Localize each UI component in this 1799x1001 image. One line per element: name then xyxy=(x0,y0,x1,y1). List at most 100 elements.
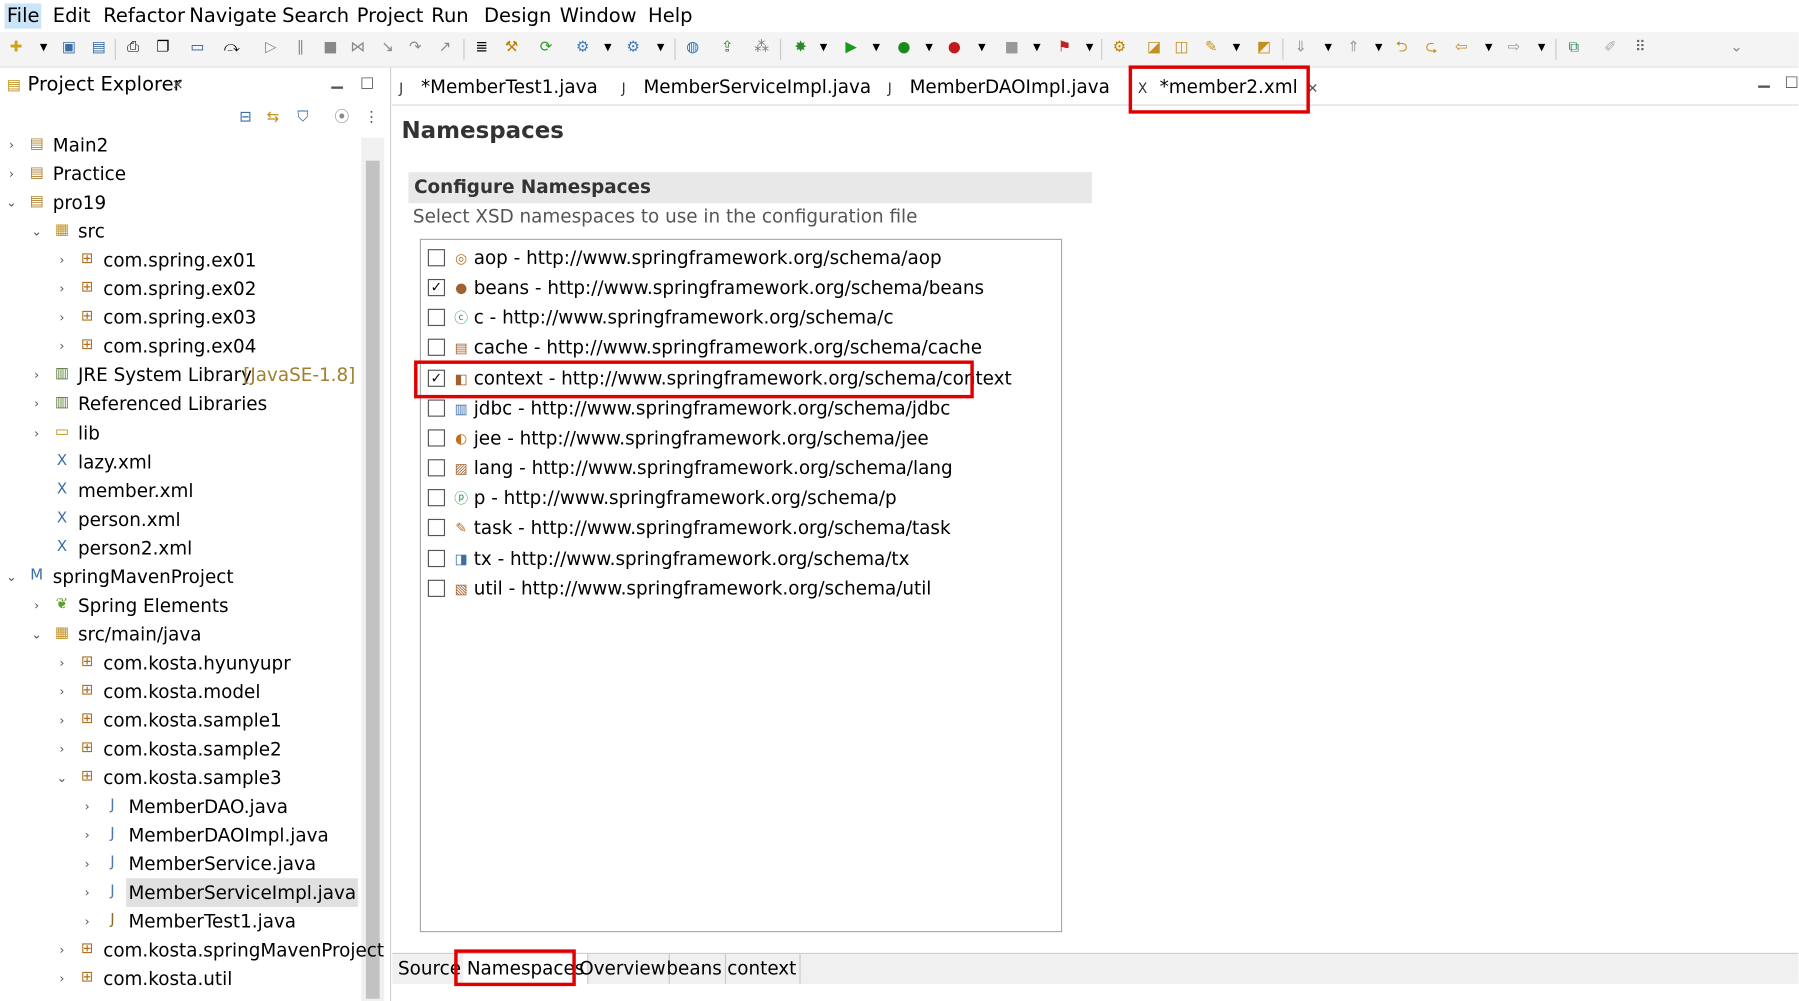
namespace-checkbox[interactable] xyxy=(427,489,446,507)
vertical-scrollbar[interactable] xyxy=(361,137,385,1001)
minimize-icon[interactable]: ▁ xyxy=(1755,71,1773,89)
chevron-down-icon[interactable]: ▾ xyxy=(1532,39,1550,57)
namespace-item[interactable]: ◐ jee - http://www.springframework.org/sc… xyxy=(427,425,1053,453)
chevron-down-icon[interactable]: ▾ xyxy=(34,39,52,57)
bookmark-icon[interactable]: ⚑ xyxy=(1055,39,1073,57)
namespace-checkbox[interactable] xyxy=(427,519,446,537)
step-over-icon[interactable]: ↷ xyxy=(406,39,424,57)
tree-item[interactable]: › ▭ lib xyxy=(0,418,360,447)
open-type-icon[interactable]: ◪ xyxy=(1145,39,1163,57)
chevron-down-icon[interactable]: ▾ xyxy=(1480,39,1498,57)
settings-icon[interactable]: ⚙ xyxy=(624,39,642,57)
chevron-right-icon[interactable]: › xyxy=(30,390,44,419)
close-icon[interactable]: ✕ xyxy=(169,76,187,94)
namespace-checkbox[interactable]: ✓ xyxy=(427,369,446,387)
chevron-right-icon[interactable]: › xyxy=(5,160,19,189)
tree-item[interactable]: › J MemberService.java xyxy=(0,850,360,879)
chevron-right-icon[interactable]: › xyxy=(30,418,44,447)
chevron-down-icon[interactable]: ▾ xyxy=(920,39,938,57)
grid-icon[interactable]: ⠿ xyxy=(1631,39,1649,57)
chevron-down-icon[interactable]: ▾ xyxy=(867,39,885,57)
menu-navigate[interactable]: Navigate xyxy=(187,3,279,28)
chevron-down-icon[interactable]: ▾ xyxy=(1227,39,1245,57)
maximize-icon[interactable]: □ xyxy=(358,75,376,93)
tree-item[interactable]: › ⊞ com.spring.ex03 xyxy=(0,303,360,332)
chevron-right-icon[interactable]: › xyxy=(80,792,94,821)
namespace-checkbox[interactable] xyxy=(427,309,446,327)
chevron-right-icon[interactable]: › xyxy=(55,275,69,304)
chevron-right-icon[interactable]: › xyxy=(80,850,94,879)
chevron-down-icon[interactable]: ▾ xyxy=(814,39,832,57)
chevron-down-icon[interactable]: ▾ xyxy=(1370,39,1388,57)
tree-item[interactable]: Xmember.xml xyxy=(0,476,360,505)
tree-item[interactable]: ⌄ ▤ pro19 xyxy=(0,188,360,217)
resume-icon[interactable]: ▷ xyxy=(262,39,280,57)
close-icon[interactable]: ✕ xyxy=(1307,80,1319,96)
save-icon[interactable]: ▣ xyxy=(60,39,78,57)
tree-item[interactable]: Xlazy.xml xyxy=(0,447,360,476)
next-annotation-icon[interactable]: ⇓ xyxy=(1292,39,1310,57)
tree-item[interactable]: › ⊞ com.kosta.hyunyupr xyxy=(0,648,360,677)
chevron-down-icon[interactable]: ⌄ xyxy=(1727,39,1745,57)
run-icon[interactable]: ▶ xyxy=(842,39,860,57)
globe-icon[interactable]: ◍ xyxy=(684,39,702,57)
tree-item[interactable]: › ⊞ com.kosta.springMavenProject xyxy=(0,936,384,965)
namespace-checkbox[interactable] xyxy=(427,399,446,417)
chevron-down-icon[interactable]: ▾ xyxy=(1028,39,1046,57)
coverage-icon[interactable]: ● xyxy=(895,39,913,57)
tree-item[interactable]: › ▥ Referenced Libraries xyxy=(0,390,360,419)
tree-item[interactable]: ⌄ ⊞ com.kosta.sample3 xyxy=(0,764,360,793)
menu-file[interactable]: File xyxy=(4,3,42,29)
scrollbar-thumb[interactable] xyxy=(365,160,380,999)
menu-window[interactable]: Window xyxy=(557,3,638,28)
search-tools-icon[interactable]: ✎ xyxy=(1202,39,1220,57)
menu-project[interactable]: Project xyxy=(354,3,425,28)
namespace-checkbox[interactable] xyxy=(427,579,446,597)
namespace-item[interactable]: ▧ util - http://www.springframework.org/s… xyxy=(427,575,1053,603)
terminal-icon[interactable]: ▭ xyxy=(188,39,206,57)
chevron-down-icon[interactable]: ▾ xyxy=(651,39,669,57)
tree-item[interactable]: › ⊞ com.spring.ex02 xyxy=(0,275,360,304)
tab-beans[interactable]: beans xyxy=(663,953,727,984)
debug-icon[interactable]: ✸ xyxy=(791,39,809,57)
tree-item[interactable]: › J MemberServiceImpl.java xyxy=(0,878,360,908)
chevron-down-icon[interactable]: ▾ xyxy=(599,39,617,57)
namespace-checkbox[interactable] xyxy=(427,249,446,267)
chevron-right-icon[interactable]: › xyxy=(80,821,94,850)
tab-overview[interactable]: Overview xyxy=(576,953,671,984)
last-edit-icon[interactable]: ⮌ xyxy=(1392,39,1410,57)
chevron-right-icon[interactable]: › xyxy=(55,677,69,706)
tree-item[interactable]: Xperson2.xml xyxy=(0,533,360,562)
chevron-right-icon[interactable]: › xyxy=(55,936,69,965)
tree-item[interactable]: Xperson.xml xyxy=(0,505,360,534)
chevron-down-icon[interactable]: ▾ xyxy=(1319,39,1337,57)
spring-refresh-icon[interactable]: ⟳ xyxy=(537,39,555,57)
skip-icon[interactable]: ⤼ xyxy=(223,39,241,57)
print-icon[interactable]: ⎙ xyxy=(124,39,142,57)
forward-icon[interactable]: ⇨ xyxy=(1505,39,1523,57)
tree-item[interactable]: › ▥ JRE System Library [JavaSE-1.8] xyxy=(0,361,360,390)
open-task-icon[interactable]: ◩ xyxy=(1255,39,1273,57)
list-icon[interactable]: ≣ xyxy=(473,39,491,57)
filter-icon[interactable]: ⛉ xyxy=(294,109,312,127)
menu-search[interactable]: Search xyxy=(280,3,352,28)
forward-edit-icon[interactable]: ⮎ xyxy=(1422,39,1440,57)
chevron-right-icon[interactable]: › xyxy=(55,735,69,764)
connect-icon[interactable]: ⁂ xyxy=(752,39,770,57)
namespace-item[interactable]: ⓒ c - http://www.springframework.org/sche… xyxy=(427,305,1053,333)
tree-item[interactable]: › ⊞ com.kosta.sample1 xyxy=(0,706,360,735)
namespace-item[interactable]: ✓ ● beans - http://www.springframework.org… xyxy=(427,275,1053,303)
tree-item[interactable]: › ▤ Practice xyxy=(0,160,360,189)
tree-item[interactable]: ⌄ ▦ src/main/java xyxy=(0,620,360,649)
focus-icon[interactable]: ⦿ xyxy=(333,109,351,127)
namespace-checkbox[interactable] xyxy=(427,459,446,477)
step-into-icon[interactable]: ↘ xyxy=(379,39,397,57)
menu-help[interactable]: Help xyxy=(646,3,695,28)
new-icon[interactable]: ✚ xyxy=(7,39,25,57)
link-editor-icon[interactable]: ⇆ xyxy=(264,109,282,127)
tab-source[interactable]: Source xyxy=(395,953,466,984)
disconnect-icon[interactable]: ⋈ xyxy=(349,39,367,57)
pen-icon[interactable]: ✐ xyxy=(1601,39,1619,57)
tree-item[interactable]: › J MemberDAO.java xyxy=(0,792,360,821)
hierarchy-icon[interactable]: ⚙ xyxy=(1110,39,1128,57)
